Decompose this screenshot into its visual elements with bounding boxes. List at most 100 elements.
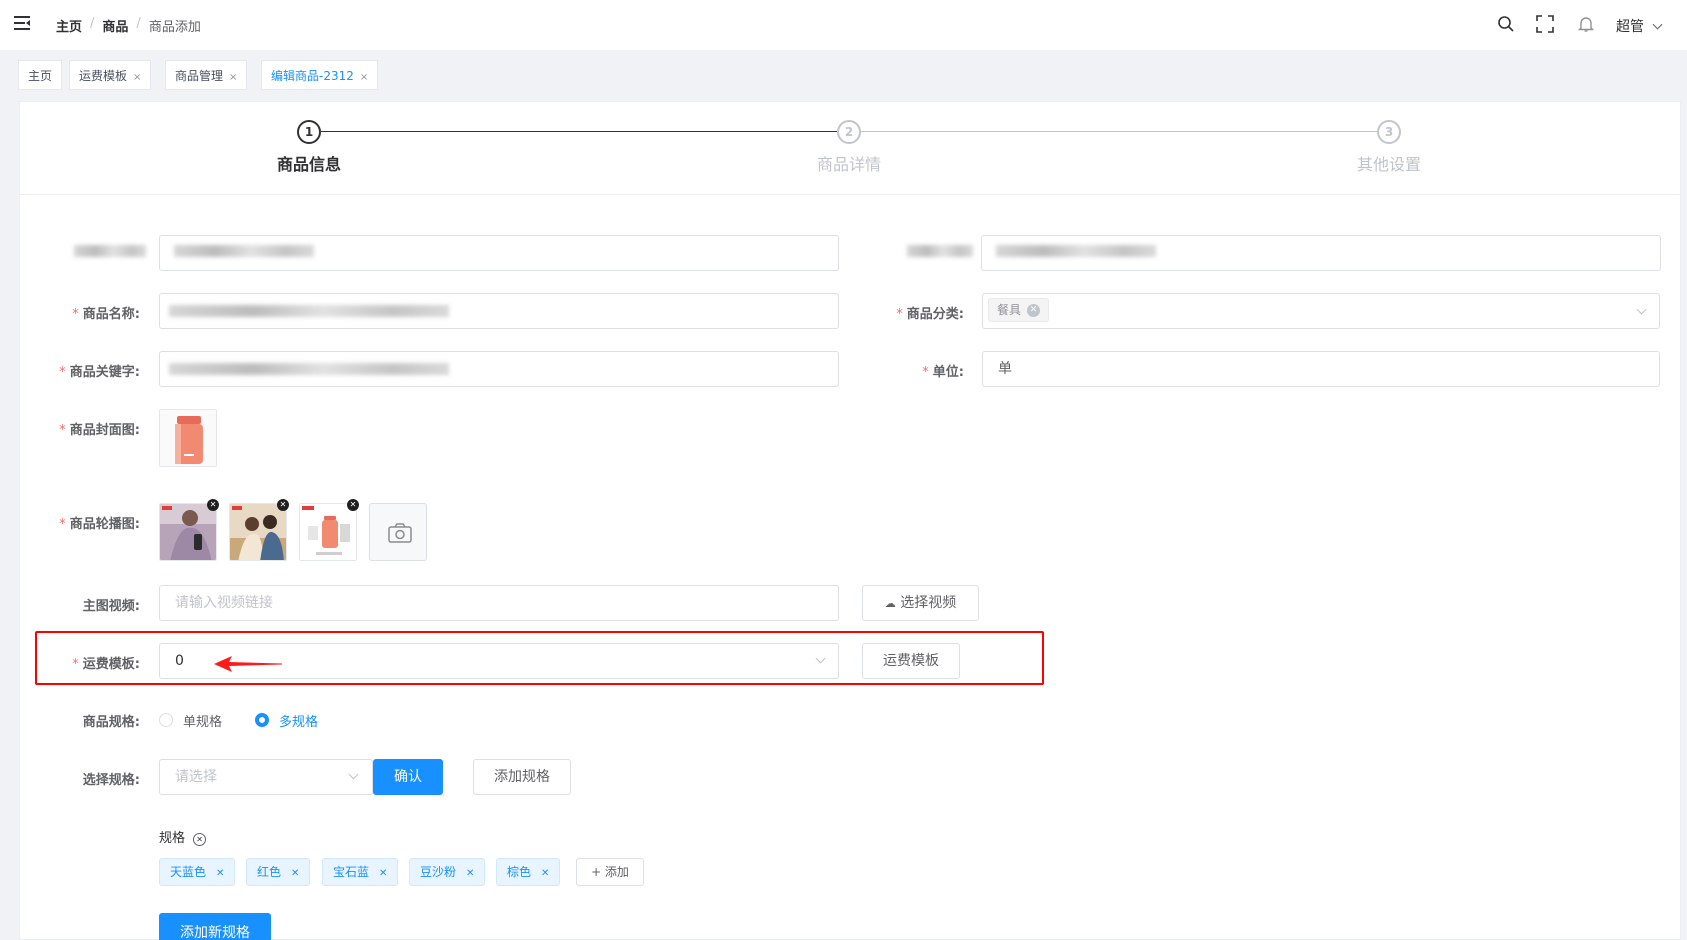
- close-icon[interactable]: ✕: [541, 868, 549, 879]
- spec-select-placeholder: 请选择: [175, 769, 217, 785]
- step-2-icon[interactable]: 2: [837, 120, 861, 144]
- close-icon[interactable]: ×: [133, 72, 141, 83]
- multi-spec-radio[interactable]: [255, 713, 269, 727]
- remove-image-icon[interactable]: ✕: [347, 499, 359, 511]
- tags-view-bar: [0, 50, 1687, 100]
- cloud-upload-icon: ☁: [884, 597, 896, 610]
- breadcrumb: 主页 / 商品 / 商品添加: [56, 16, 201, 35]
- add-spec-value-button[interactable]: + 添加: [576, 858, 644, 886]
- tag-label: 编辑商品-2312: [271, 69, 354, 83]
- step-1-icon[interactable]: 1: [297, 120, 321, 144]
- confirm-button[interactable]: 确认: [373, 759, 443, 795]
- photo-image: [230, 504, 286, 560]
- video-label: 主图视频:: [82, 599, 140, 614]
- video-url-input[interactable]: 请输入视频链接: [159, 585, 839, 621]
- search-icon[interactable]: [1497, 15, 1515, 33]
- blurred-value: [169, 305, 449, 317]
- spec-type-label: 商品规格:: [82, 715, 140, 730]
- unit-input[interactable]: 单: [982, 351, 1660, 387]
- close-icon[interactable]: ✕: [1027, 304, 1041, 317]
- close-icon[interactable]: ✕: [216, 868, 224, 879]
- spec-select[interactable]: 请选择: [159, 759, 373, 795]
- step-3-title: 其他设置: [1356, 155, 1421, 174]
- tag-home[interactable]: 主页: [18, 60, 63, 90]
- blurred-label: [907, 245, 973, 257]
- step-connector: [861, 131, 1377, 132]
- add-spec-button[interactable]: 添加规格: [473, 759, 571, 795]
- spec-value-tag[interactable]: 棕色 ✕: [496, 858, 561, 886]
- select-spec-label: 选择规格:: [82, 773, 140, 788]
- close-icon[interactable]: ✕: [379, 868, 387, 879]
- tag-goods-management[interactable]: 商品管理 ×: [165, 60, 248, 90]
- blurred-value: [174, 245, 314, 257]
- tag-shipping-template[interactable]: 运费模板 ×: [69, 60, 152, 90]
- upload-image-button[interactable]: [369, 503, 427, 561]
- spec-group-title: 规格 ✕: [159, 827, 207, 846]
- chevron-down-icon: [1653, 19, 1663, 30]
- product-category-label: * 商品分类:: [896, 307, 964, 322]
- step-3-icon[interactable]: 3: [1377, 120, 1401, 144]
- user-name: 超管: [1616, 19, 1644, 35]
- close-icon[interactable]: ×: [229, 72, 237, 83]
- user-menu[interactable]: 超管: [1616, 16, 1663, 36]
- bell-icon[interactable]: [1577, 15, 1595, 33]
- add-new-spec-button[interactable]: 添加新规格: [159, 913, 271, 940]
- fullscreen-icon[interactable]: [1536, 15, 1554, 33]
- close-icon[interactable]: ×: [360, 72, 368, 83]
- tag-label: 商品管理: [175, 69, 224, 83]
- category-tag: 餐具 ✕: [988, 298, 1050, 322]
- single-spec-label[interactable]: 单规格: [183, 711, 222, 730]
- blurred-value: [996, 245, 1156, 257]
- select-video-label: 选择视频: [900, 595, 957, 611]
- breadcrumb-separator: /: [136, 16, 141, 31]
- step-1-title: 商品信息: [276, 155, 341, 174]
- product-name-label: * 商品名称:: [72, 307, 140, 322]
- cover-image[interactable]: [159, 409, 217, 467]
- breadcrumb-home[interactable]: 主页: [56, 16, 82, 35]
- remove-image-icon[interactable]: ✕: [207, 499, 219, 511]
- close-circle-icon[interactable]: ✕: [193, 833, 207, 846]
- cover-image-label: * 商品封面图:: [59, 423, 140, 438]
- spec-value-tag[interactable]: 红色 ✕: [246, 858, 311, 886]
- close-icon[interactable]: ✕: [291, 868, 299, 879]
- top-header: 主页 / 商品 / 商品添加 超管: [0, 0, 1687, 50]
- step-connector: [321, 131, 837, 132]
- annotation-arrow-icon: [214, 656, 282, 672]
- unit-label: * 单位:: [922, 365, 964, 380]
- blurred-value: [169, 363, 449, 375]
- camera-icon: [388, 523, 412, 543]
- product-category-select[interactable]: [982, 293, 1660, 329]
- carousel-image-3[interactable]: [299, 503, 357, 561]
- unit-value: 单: [998, 361, 1012, 377]
- spec-value-label: 红色: [257, 865, 282, 879]
- carousel-image-2[interactable]: [229, 503, 287, 561]
- shipping-template-value: 0: [175, 653, 184, 669]
- tag-label: 运费模板: [79, 69, 128, 83]
- spec-value-label: 天蓝色: [170, 865, 207, 879]
- spec-value-label: 棕色: [507, 865, 532, 879]
- step-2-title: 商品详情: [816, 155, 881, 174]
- carousel-image-1[interactable]: [159, 503, 217, 561]
- shipping-template-label: * 运费模板:: [72, 657, 140, 672]
- close-icon[interactable]: ✕: [466, 868, 474, 879]
- carousel-label: * 商品轮播图:: [59, 517, 140, 532]
- photo-image: [160, 504, 216, 560]
- tag-edit-goods[interactable]: 编辑商品-2312 ×: [261, 60, 379, 90]
- multi-spec-label[interactable]: 多规格: [279, 711, 318, 730]
- shipping-template-button[interactable]: 运费模板: [862, 643, 960, 679]
- divider: [19, 194, 1681, 195]
- spec-group-title-text: 规格: [159, 831, 186, 846]
- single-spec-radio[interactable]: [159, 713, 173, 727]
- spec-value-label: 宝石蓝: [333, 865, 370, 879]
- breadcrumb-separator: /: [90, 16, 95, 31]
- breadcrumb-goods[interactable]: 商品: [102, 16, 128, 35]
- spec-value-tag[interactable]: 天蓝色 ✕: [159, 858, 236, 886]
- remove-image-icon[interactable]: ✕: [277, 499, 289, 511]
- spec-value-label: 豆沙粉: [420, 865, 457, 879]
- spec-value-tag[interactable]: 宝石蓝 ✕: [322, 858, 399, 886]
- product-image: [300, 504, 356, 560]
- menu-toggle-icon[interactable]: [14, 16, 30, 30]
- select-video-button[interactable]: ☁ 选择视频: [862, 585, 979, 621]
- category-tag-label: 餐具: [997, 303, 1022, 317]
- spec-value-tag[interactable]: 豆沙粉 ✕: [409, 858, 486, 886]
